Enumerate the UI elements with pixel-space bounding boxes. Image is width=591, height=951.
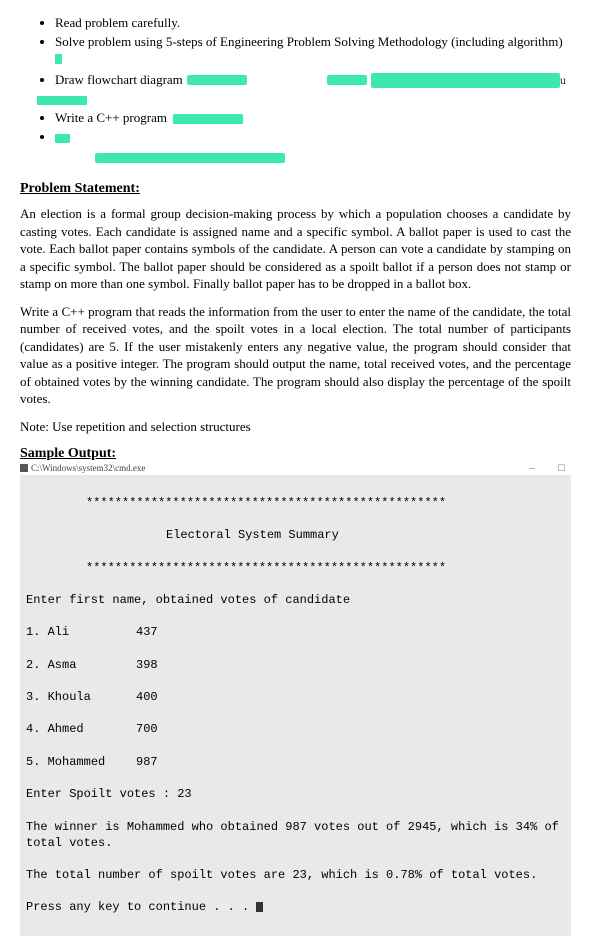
- stars-line: ****************************************…: [26, 560, 565, 576]
- sample-output-heading: Sample Output:: [20, 446, 571, 462]
- table-row: 2. Asma398: [26, 657, 565, 673]
- paragraph: An election is a formal group decision-m…: [20, 205, 571, 293]
- highlight-mark: [173, 114, 243, 124]
- task-item: [55, 129, 571, 145]
- task-item: Read problem carefully.: [55, 15, 571, 31]
- console-output: ****************************************…: [20, 475, 571, 936]
- cursor: [256, 902, 263, 912]
- spoilt-total-line: The total number of spoilt votes are 23,…: [26, 867, 565, 883]
- stars-line: ****************************************…: [26, 495, 565, 511]
- table-row: 3. Khoula400: [26, 689, 565, 705]
- task-text: Read problem carefully.: [55, 15, 180, 30]
- task-item: Solve problem using 5-steps of Engineeri…: [55, 34, 571, 66]
- highlight-bar: [371, 73, 560, 88]
- paragraph: Write a C++ program that reads the infor…: [20, 303, 571, 408]
- problem-statement-heading: Problem Statement:: [20, 181, 571, 197]
- highlight-mark: [327, 75, 367, 85]
- window-titlebar: C:\Windows\system32\cmd.exe – □: [20, 462, 571, 474]
- task-item: Write a C++ program: [55, 110, 571, 126]
- window-path: C:\Windows\system32\cmd.exe: [31, 463, 145, 473]
- spoilt-input-line: Enter Spoilt votes : 23: [26, 786, 565, 802]
- highlight-mark: [55, 134, 70, 143]
- table-row: 4. Ahmed700: [26, 721, 565, 737]
- highlight-mark: [37, 96, 87, 105]
- winner-line: The winner is Mohammed who obtained 987 …: [26, 819, 565, 851]
- highlight-bar: [95, 153, 285, 163]
- console-prompt: Enter first name, obtained votes of cand…: [26, 592, 565, 608]
- task-text: Write a C++ program: [55, 110, 167, 125]
- table-row: 5. Mohammed987: [26, 754, 565, 770]
- console-title: Electoral System Summary: [26, 527, 565, 543]
- task-item: [37, 91, 571, 107]
- press-key-line: Press any key to continue . . .: [26, 899, 565, 915]
- table-row: 1. Ali437: [26, 624, 565, 640]
- cmd-icon: [20, 464, 28, 472]
- task-list: Read problem carefully. Solve problem us…: [20, 15, 571, 145]
- task-item: Draw flowchart diagram u: [55, 72, 571, 88]
- highlight-mark: [187, 75, 247, 85]
- window-controls: – □: [529, 462, 571, 474]
- highlight-mark: [55, 54, 62, 64]
- stray-char: u: [560, 73, 571, 88]
- note-text: Note: Use repetition and selection struc…: [20, 418, 571, 436]
- task-text: Solve problem using 5-steps of Engineeri…: [55, 34, 563, 49]
- task-text: Draw flowchart diagram: [55, 72, 183, 88]
